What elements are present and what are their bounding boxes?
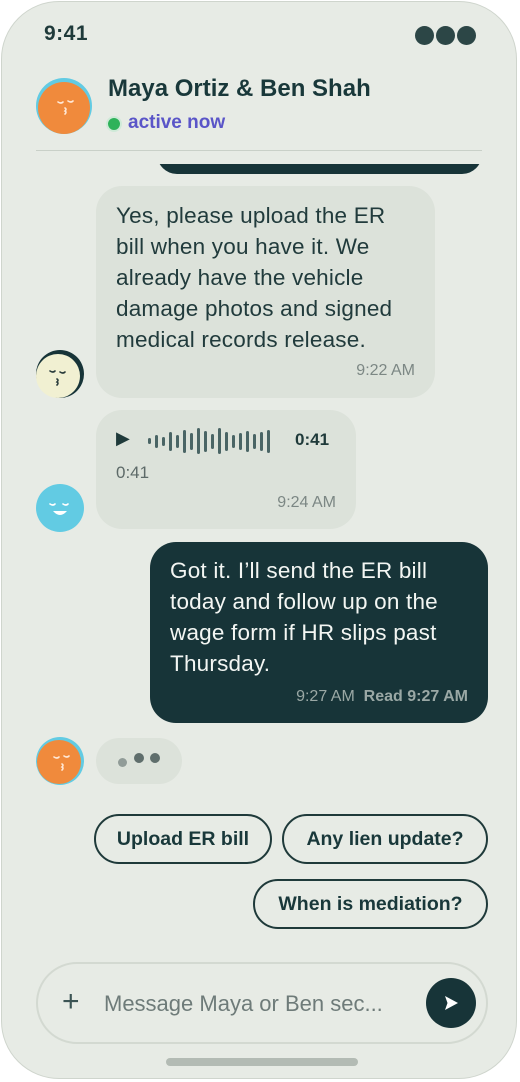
message-input[interactable] (104, 986, 410, 1022)
waveform[interactable] (148, 427, 270, 455)
voice-duration: 0:41 (295, 430, 330, 449)
presence-indicator (106, 116, 122, 132)
plus-icon[interactable]: + (62, 984, 80, 1020)
header-divider (36, 150, 482, 151)
message-text: Got it. I’ll send the ER bill today and … (170, 558, 438, 676)
play-icon[interactable]: ▶ (116, 428, 130, 449)
message-timestamp: 9:27 AM (296, 688, 355, 705)
quick-reply-lien-update[interactable]: Any lien update? (282, 814, 488, 864)
status-time: 9:41 (44, 22, 89, 45)
message-timestamp: 9:24 AM (277, 494, 336, 511)
send-button[interactable] (426, 978, 476, 1028)
avatar (36, 350, 84, 398)
message-timestamp: 9:22 AM (356, 362, 415, 379)
more-icon[interactable] (415, 26, 476, 45)
group-avatar[interactable] (36, 78, 92, 134)
presence-status: active now (128, 112, 226, 133)
message-composer: + (36, 962, 488, 1044)
avatar (36, 484, 84, 532)
voice-message[interactable]: ▶ 0:41 0:41 9:24 AM (96, 410, 356, 529)
typing-indicator (96, 738, 182, 784)
read-receipt: Read 9:27 AM (363, 688, 468, 705)
quick-reply-upload-er-bill[interactable]: Upload ER bill (94, 814, 272, 864)
conversation-title: Maya Ortiz & Ben Shah (108, 75, 371, 102)
send-icon (445, 996, 458, 1010)
voice-caption: 0:41 (116, 463, 150, 482)
outgoing-message[interactable]: Got it. I’ll send the ER bill today and … (150, 542, 488, 723)
quick-reply-mediation[interactable]: When is mediation? (253, 879, 488, 929)
avatar (36, 737, 84, 785)
home-indicator[interactable] (166, 1058, 358, 1066)
previous-message-bubble (157, 164, 482, 174)
message-text: Yes, please upload the ER bill when you … (116, 203, 393, 352)
incoming-message[interactable]: Yes, please upload the ER bill when you … (96, 186, 435, 398)
phone-screen: 9:41 Maya Ortiz & Ben Shah active now Ye… (1, 1, 517, 1079)
